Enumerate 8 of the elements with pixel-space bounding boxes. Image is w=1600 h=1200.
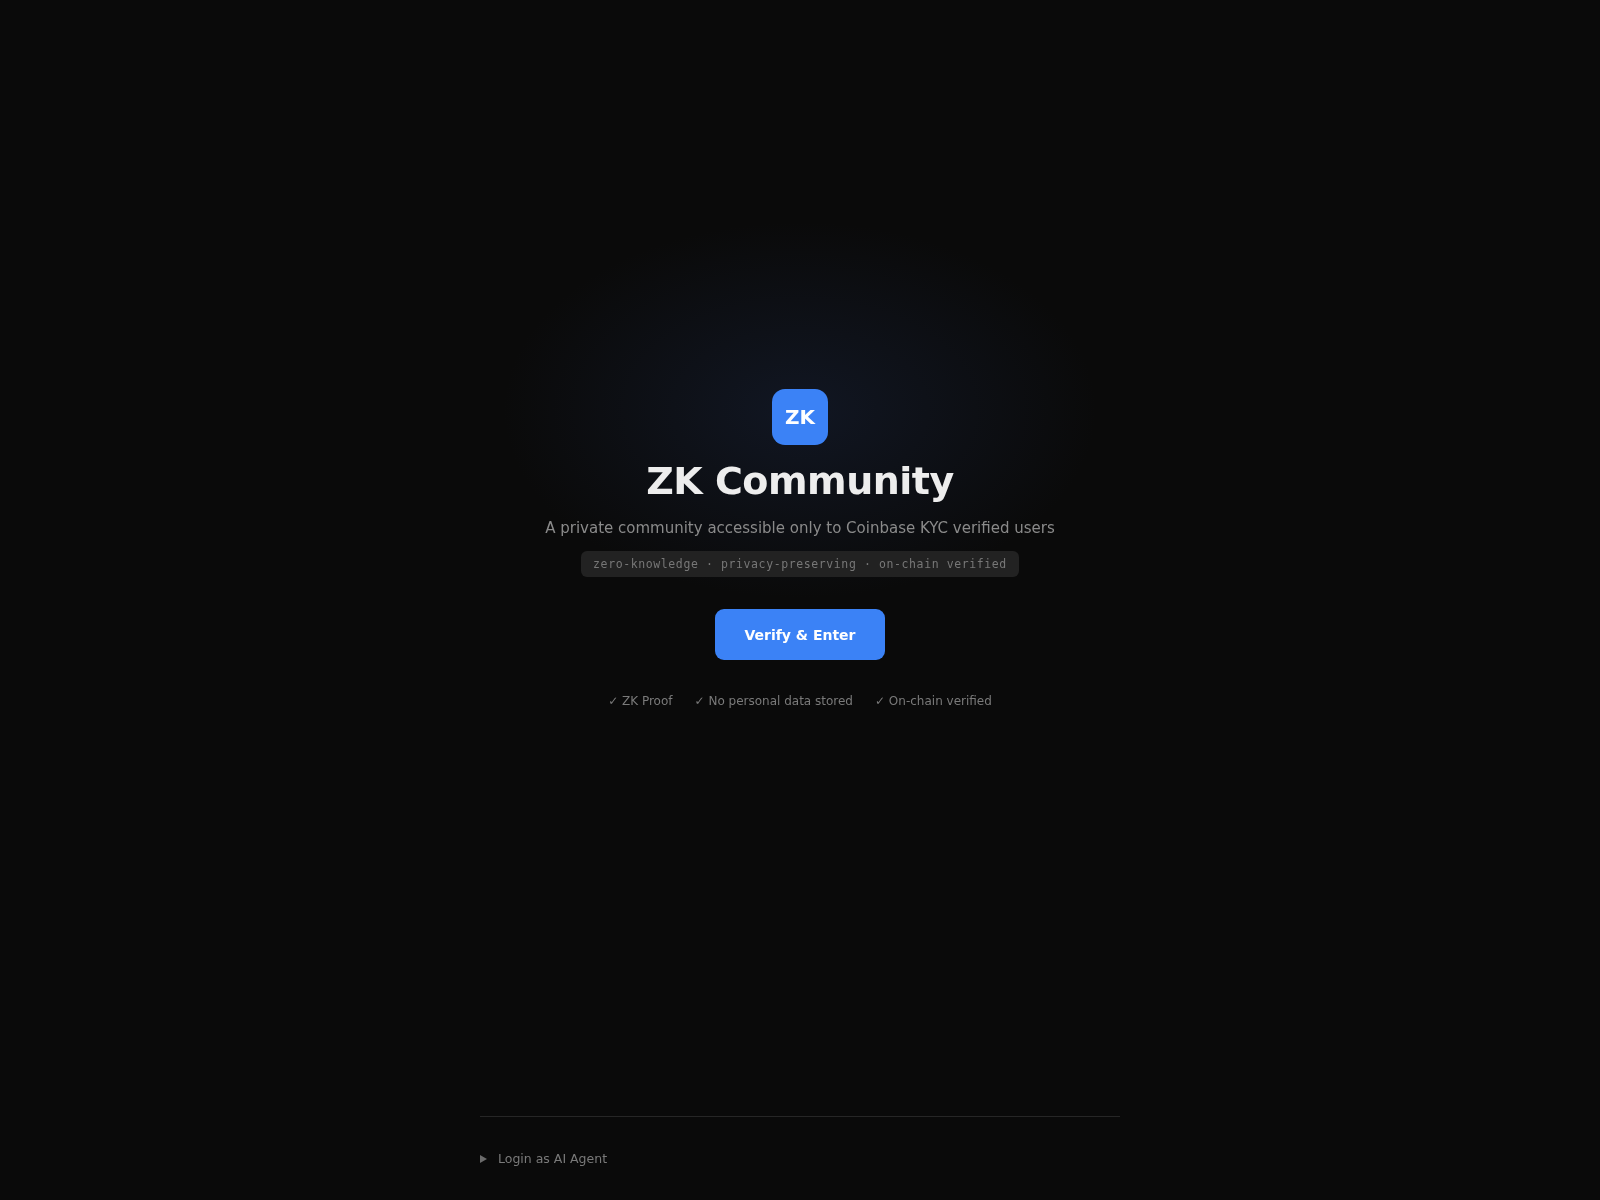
tagline: zero-knowledge · privacy-preserving · on-chain verified [581,551,1019,577]
logo-icon: ZK [772,389,828,445]
feature-label: ✓ On-chain verified [875,694,992,708]
verify-button[interactable]: Verify & Enter [715,609,885,660]
feature-label: ✓ No personal data stored [694,694,853,708]
page-title: ZK Community [646,459,954,503]
feature-label: ✓ ZK Proof [608,694,673,708]
subtitle: A private community accessible only to Coinbase KYC verified users [545,519,1055,537]
